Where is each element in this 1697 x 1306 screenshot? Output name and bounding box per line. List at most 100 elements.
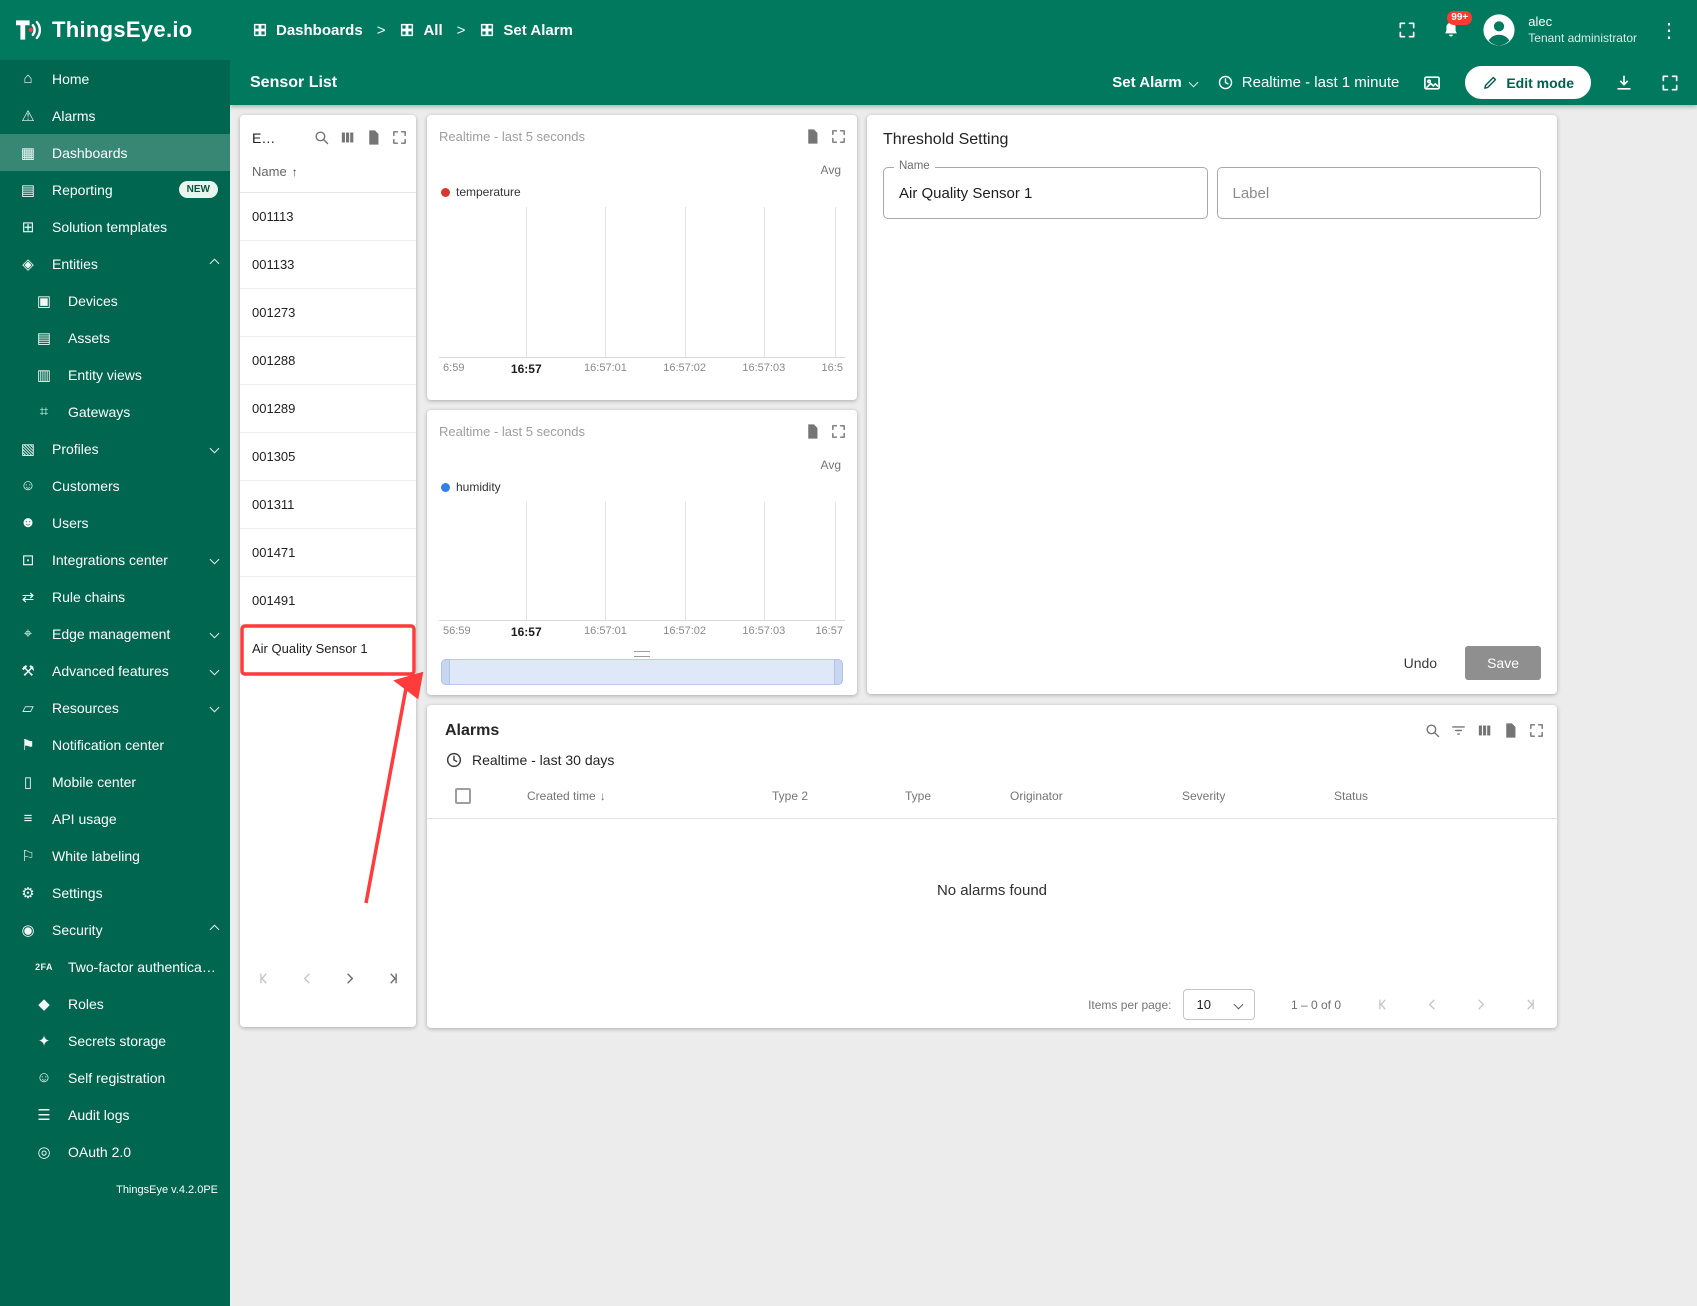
timewindow-button[interactable]: Realtime - last 1 minute — [1217, 74, 1399, 91]
fullscreen-widget-icon[interactable] — [1523, 718, 1549, 744]
sidebar-item-security[interactable]: ◉ Security — [0, 911, 230, 948]
sidebar-item-customers[interactable]: ☺ Customers — [0, 467, 230, 504]
entity-row[interactable]: 001491 — [240, 577, 416, 625]
sidebar-item-gateways[interactable]: ⌗ Gateways — [0, 393, 230, 430]
dashboard-state-select[interactable]: Set Alarm — [1112, 74, 1199, 91]
prev-page-icon[interactable] — [1419, 992, 1445, 1018]
sidebar-item-entities[interactable]: ◈ Entities — [0, 245, 230, 282]
column-header-originator[interactable]: Originator — [1010, 789, 1182, 803]
sidebar-item-api-usage[interactable]: ≡ API usage — [0, 800, 230, 837]
search-icon[interactable] — [308, 125, 334, 151]
sidebar-item-rule-chains[interactable]: ⇄ Rule chains — [0, 578, 230, 615]
entity-row[interactable]: 001113 — [240, 193, 416, 241]
search-icon[interactable] — [1419, 718, 1445, 744]
export-file-icon[interactable] — [799, 418, 825, 444]
sidebar-item-mobile-center[interactable]: ▯ Mobile center — [0, 763, 230, 800]
fullscreen-widget-icon[interactable] — [825, 418, 851, 444]
chart-timewindow[interactable]: Realtime - last 5 seconds — [439, 123, 799, 144]
sidebar-item-self-registration[interactable]: ☺ Self registration — [0, 1059, 230, 1096]
avatar[interactable] — [1482, 13, 1516, 47]
breadcrumb-item[interactable]: All — [399, 22, 443, 39]
entity-row[interactable]: 001471 — [240, 529, 416, 577]
columns-icon[interactable] — [334, 125, 360, 151]
user-info[interactable]: alec Tenant administrator — [1528, 14, 1637, 45]
prev-page-icon[interactable] — [294, 965, 320, 991]
column-header-created-time[interactable]: Created time ↓ — [527, 789, 772, 803]
chart-timewindow[interactable]: Realtime - last 5 seconds — [439, 418, 799, 439]
legend-item-humidity[interactable]: humidity — [441, 480, 501, 494]
entity-row[interactable]: 001273 — [240, 289, 416, 337]
export-file-icon[interactable] — [1497, 718, 1523, 744]
entity-row[interactable]: 001305 — [240, 433, 416, 481]
select-all-checkbox[interactable] — [455, 787, 471, 804]
notifications-button[interactable]: 99+ — [1436, 11, 1473, 45]
column-header-type[interactable]: Type — [905, 789, 1010, 803]
sidebar-item-alarms[interactable]: ⚠ Alarms — [0, 97, 230, 134]
entity-row-selected[interactable]: Air Quality Sensor 1 — [240, 625, 416, 673]
sidebar-item-solution-templates[interactable]: ⊞ Solution templates — [0, 208, 230, 245]
sidebar-item-reporting[interactable]: ▤ Reporting NEW — [0, 171, 230, 208]
last-page-icon[interactable] — [1515, 992, 1541, 1018]
sidebar-item-roles[interactable]: ◆ Roles — [0, 985, 230, 1022]
fullscreen-icon[interactable] — [1394, 17, 1420, 43]
label-field[interactable]: Label — [1216, 167, 1541, 219]
column-header-status[interactable]: Status — [1334, 789, 1547, 803]
sidebar-item-home[interactable]: ⌂ Home — [0, 60, 230, 97]
save-button[interactable]: Save — [1465, 646, 1541, 680]
sidebar-item-two-factor-authenticati[interactable]: 2FA Two-factor authenticati… — [0, 948, 230, 985]
column-label: Originator — [1010, 788, 1063, 803]
sidebar-item-profiles[interactable]: ▧ Profiles — [0, 430, 230, 467]
sidebar-item-oauth-2-0[interactable]: ◎ OAuth 2.0 — [0, 1133, 230, 1170]
sidebar-item-integrations-center[interactable]: ⊡ Integrations center — [0, 541, 230, 578]
export-file-icon[interactable] — [360, 125, 386, 151]
sidebar-item-edge-management[interactable]: ⌖ Edge management — [0, 615, 230, 652]
breadcrumb-item[interactable]: Dashboards — [252, 22, 363, 39]
entity-row[interactable]: 001133 — [240, 241, 416, 289]
kebab-menu-icon[interactable]: ⋮ — [1653, 18, 1685, 43]
app-logo[interactable]: ThingsEye.io — [0, 14, 236, 46]
sidebar-item-users[interactable]: ☻ Users — [0, 504, 230, 541]
sidebar-item-secrets-storage[interactable]: ✦ Secrets storage — [0, 1022, 230, 1059]
export-file-icon[interactable] — [799, 123, 825, 149]
image-export-icon[interactable] — [1419, 70, 1445, 96]
legend-item-temperature[interactable]: temperature — [441, 185, 521, 199]
fullscreen-widget-icon[interactable] — [825, 123, 851, 149]
sidebar-item-advanced-features[interactable]: ⚒ Advanced features — [0, 652, 230, 689]
alarms-timewindow-button[interactable]: Realtime - last 30 days — [427, 743, 1557, 773]
filter-icon[interactable] — [1445, 718, 1471, 744]
next-page-icon[interactable] — [1467, 992, 1493, 1018]
time-range-selector[interactable] — [441, 659, 843, 685]
range-handle-left[interactable] — [441, 659, 450, 685]
breadcrumb-item[interactable]: Set Alarm — [479, 22, 573, 39]
first-page-icon[interactable] — [1371, 992, 1397, 1018]
items-per-page-select[interactable]: 10 — [1183, 989, 1255, 1020]
sidebar-item-resources[interactable]: ▱ Resources — [0, 689, 230, 726]
sidebar-item-assets[interactable]: ▤ Assets — [0, 319, 230, 356]
entity-row[interactable]: 001311 — [240, 481, 416, 529]
download-icon[interactable] — [1611, 70, 1637, 96]
name-field[interactable]: Name Air Quality Sensor 1 — [883, 160, 1208, 219]
fullscreen-widget-icon[interactable] — [386, 125, 412, 151]
sidebar-item-notification-center[interactable]: ⚑ Notification center — [0, 726, 230, 763]
sidebar-item-settings[interactable]: ⚙ Settings — [0, 874, 230, 911]
sidebar-item-label: Reporting — [52, 181, 113, 198]
sidebar-item-audit-logs[interactable]: ☰ Audit logs — [0, 1096, 230, 1133]
next-page-icon[interactable] — [336, 965, 362, 991]
column-header-name[interactable]: Name ↑ — [240, 151, 416, 193]
entity-row[interactable]: 001289 — [240, 385, 416, 433]
sidebar-item-dashboards[interactable]: ▦ Dashboards — [0, 134, 230, 171]
sidebar-item-entity-views[interactable]: ▥ Entity views — [0, 356, 230, 393]
undo-button[interactable]: Undo — [1392, 646, 1449, 680]
last-page-icon[interactable] — [378, 965, 404, 991]
sidebar-item-devices[interactable]: ▣ Devices — [0, 282, 230, 319]
range-grip-handle[interactable] — [634, 651, 650, 657]
column-header-type-2[interactable]: Type 2 — [772, 789, 905, 803]
columns-icon[interactable] — [1471, 718, 1497, 744]
entity-row[interactable]: 001288 — [240, 337, 416, 385]
edit-mode-button[interactable]: Edit mode — [1465, 66, 1591, 99]
fullscreen-dashboard-icon[interactable] — [1657, 70, 1683, 96]
sidebar-item-white-labeling[interactable]: ⚐ White labeling — [0, 837, 230, 874]
column-header-severity[interactable]: Severity — [1182, 789, 1334, 803]
range-handle-right[interactable] — [834, 659, 843, 685]
first-page-icon[interactable] — [252, 965, 278, 991]
